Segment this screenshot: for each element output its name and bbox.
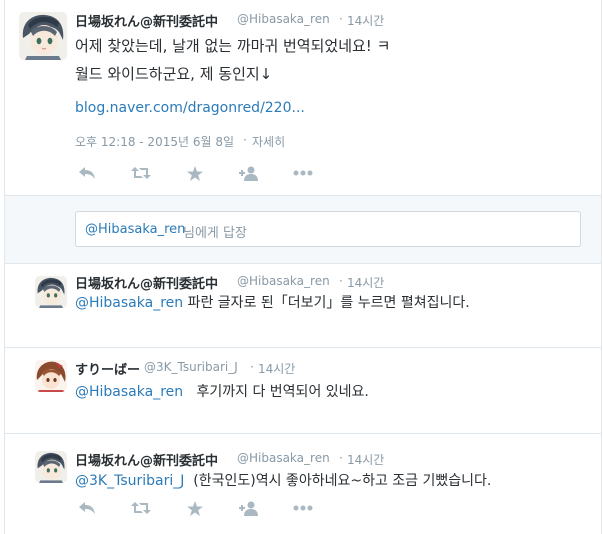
favorite-icon[interactable] (185, 165, 205, 181)
separator-dot: · (339, 12, 343, 26)
reply-text: @Hibasaka_ren 파란 글자로 된「더보기」를 누르면 펼쳐집니다. (75, 292, 470, 312)
separator-dot: · (339, 274, 343, 288)
reply-body: 파란 글자로 된「더보기」를 누르면 펼쳐집니다. (187, 295, 470, 311)
reply-body: 후기까지 다 번역되어 있네요. (196, 384, 369, 400)
reply-input[interactable]: @Hibasaka_ren 님에게 답장 (75, 211, 581, 247)
tweet-conversation: 日場坂れん@新刊委託中 @Hibasaka_ren · 14시간 어제 찾았는데… (4, 0, 602, 534)
reply-input-mention: @Hibasaka_ren (85, 222, 186, 237)
reply-text: @3K_Tsuribari_J (한국인도)역시 좋아하네요~하고 조금 기뻤습… (75, 470, 491, 490)
reply-icon[interactable] (77, 500, 97, 516)
avatar[interactable] (19, 12, 67, 60)
more-icon[interactable] (293, 165, 313, 181)
reply-tweet: 日場坂れん@新刊委託中 @Hibasaka_ren · 14시간 @3K_Tsu… (5, 434, 601, 534)
author-name[interactable]: 日場坂れん@新刊委託中 (75, 450, 218, 469)
separator-dot: · (339, 451, 343, 465)
timestamp-separator: · (243, 133, 247, 147)
main-tweet: 日場坂れん@新刊委託中 @Hibasaka_ren · 14시간 어제 찾았는데… (5, 0, 601, 196)
avatar[interactable] (35, 276, 67, 308)
favorite-icon[interactable] (185, 500, 205, 516)
author-name[interactable]: 日場坂れん@新刊委託中 (75, 273, 218, 292)
tweet-time[interactable]: 14시간 (347, 274, 384, 291)
author-handle[interactable]: @Hibasaka_ren (237, 451, 330, 465)
tweet-time[interactable]: 14시간 (258, 360, 295, 377)
reply-tweet: すりーばー @3K_Tsuribari_J · 14시간 @Hibasaka_r… (5, 348, 601, 434)
reply-mention[interactable]: @Hibasaka_ren (75, 295, 183, 311)
reply-icon[interactable] (77, 165, 97, 181)
tweet-actions (77, 500, 347, 516)
avatar[interactable] (35, 360, 67, 392)
reply-mention[interactable]: @Hibasaka_ren (75, 384, 183, 400)
retweet-icon[interactable] (131, 500, 151, 516)
reply-tweet: 日場坂れん@新刊委託中 @Hibasaka_ren · 14시간 @Hibasa… (5, 264, 601, 348)
author-handle[interactable]: @3K_Tsuribari_J (144, 360, 238, 374)
details-link[interactable]: 자세히 (252, 133, 285, 150)
avatar[interactable] (35, 451, 67, 483)
separator-dot: · (250, 360, 254, 374)
retweet-icon[interactable] (131, 165, 151, 181)
tweet-time[interactable]: 14시간 (347, 12, 384, 29)
author-name[interactable]: 日場坂れん@新刊委託中 (75, 11, 218, 30)
reply-input-placeholder: 님에게 답장 (183, 226, 247, 241)
author-handle[interactable]: @Hibasaka_ren (237, 12, 330, 26)
reply-text: @Hibasaka_ren 후기까지 다 번역되어 있네요. (75, 381, 369, 401)
author-handle[interactable]: @Hibasaka_ren (237, 274, 330, 288)
author-name[interactable]: すりーばー (75, 359, 140, 378)
reply-mention[interactable]: @3K_Tsuribari_J (75, 473, 184, 489)
reply-body: (한국인도)역시 좋아하네요~하고 조금 기뻤습니다. (193, 473, 492, 489)
tweet-time[interactable]: 14시간 (347, 451, 384, 468)
tweet-text-line-1: 어제 찾았는데, 날개 없는 까마귀 번역되었네요! ㅋ (75, 37, 391, 55)
tweet-link[interactable]: blog.naver.com/dragonred/220... (75, 100, 305, 116)
tweet-timestamp[interactable]: 오후 12:18 - 2015년 6월 8일 (75, 133, 234, 150)
follow-icon[interactable] (239, 500, 259, 516)
tweet-text-line-2: 월드 와이드하군요, 제 동인지↓ (75, 65, 273, 83)
follow-icon[interactable] (239, 165, 259, 181)
tweet-actions (77, 165, 347, 181)
more-icon[interactable] (293, 500, 313, 516)
